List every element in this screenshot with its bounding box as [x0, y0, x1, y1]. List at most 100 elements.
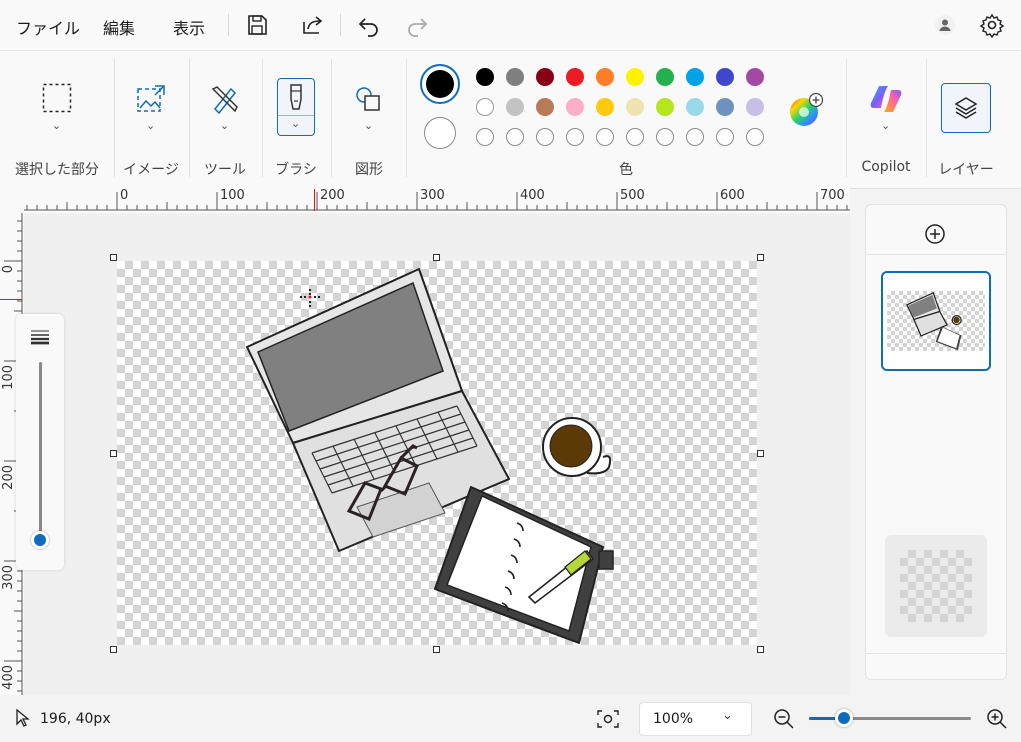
- zoom-slider-track[interactable]: [809, 717, 971, 720]
- brush-button[interactable]: ⌄: [277, 78, 315, 136]
- custom-color-slot[interactable]: [746, 128, 764, 146]
- layer-preview-art: [906, 291, 962, 351]
- primary-color-button[interactable]: [420, 64, 460, 104]
- palette-color-swatch[interactable]: [686, 98, 704, 116]
- layers-button[interactable]: [941, 83, 991, 133]
- palette-color-swatch[interactable]: [506, 68, 524, 86]
- palette-color-swatch[interactable]: [566, 98, 584, 116]
- undo-icon[interactable]: [356, 12, 382, 38]
- size-slider-track[interactable]: [39, 362, 42, 540]
- crosshair-cursor-icon: [300, 289, 320, 307]
- primary-color-swatch: [426, 70, 454, 98]
- tools-icon[interactable]: [209, 83, 241, 115]
- layer-thumbnail-1[interactable]: [881, 271, 991, 371]
- custom-color-slot[interactable]: [476, 128, 494, 146]
- menu-separator: [228, 14, 229, 36]
- account-icon[interactable]: [934, 14, 956, 36]
- custom-color-slot[interactable]: [566, 128, 584, 146]
- redo-icon[interactable]: [404, 12, 430, 38]
- ribbon-separator: [406, 59, 407, 177]
- chevron-down-icon[interactable]: ⌄: [52, 119, 61, 132]
- palette-color-swatch[interactable]: [536, 98, 554, 116]
- gear-icon[interactable]: [979, 12, 1005, 38]
- zoom-select[interactable]: 100% ⌄: [639, 702, 752, 736]
- custom-color-slot[interactable]: [506, 128, 524, 146]
- palette-color-swatch[interactable]: [476, 98, 494, 116]
- brush-divider: [278, 115, 314, 116]
- ruler-label: 400: [1, 665, 16, 690]
- ruler-label: 700: [820, 188, 845, 203]
- resize-handle[interactable]: [433, 254, 440, 261]
- save-icon[interactable]: [244, 12, 270, 38]
- shapes-icon[interactable]: [354, 85, 384, 115]
- stroke-size-icon: [31, 330, 49, 345]
- palette-color-swatch[interactable]: [596, 98, 614, 116]
- chevron-down-icon[interactable]: ⌄: [220, 119, 229, 132]
- ruler-label: 300: [420, 188, 445, 203]
- copilot-icon[interactable]: [869, 83, 903, 115]
- fit-to-window-icon[interactable]: [597, 709, 619, 729]
- palette-color-swatch[interactable]: [746, 68, 764, 86]
- zoom-in-icon[interactable]: [986, 708, 1008, 730]
- selection-rect-icon[interactable]: [42, 83, 72, 113]
- resize-handle[interactable]: [110, 646, 117, 653]
- add-layer-icon[interactable]: [924, 223, 946, 245]
- palette-color-swatch[interactable]: [686, 68, 704, 86]
- ruler-label: 600: [720, 188, 745, 203]
- resize-handle[interactable]: [757, 646, 764, 653]
- size-slider-thumb[interactable]: [31, 531, 49, 549]
- zoom-slider-thumb[interactable]: [835, 709, 854, 727]
- chevron-down-icon[interactable]: ⌄: [881, 119, 890, 132]
- resize-handle[interactable]: [757, 254, 764, 261]
- secondary-color-swatch[interactable]: [424, 117, 456, 149]
- group-label-layers: レイヤー: [938, 162, 994, 178]
- zoom-out-icon[interactable]: [773, 708, 795, 730]
- custom-color-slot[interactable]: [716, 128, 734, 146]
- layer-thumbnail-background[interactable]: [885, 535, 987, 637]
- ruler-cursor-marker: [314, 189, 315, 211]
- ruler-label: 300: [1, 565, 16, 590]
- ribbon-separator: [114, 59, 115, 177]
- edit-colors-icon[interactable]: [788, 92, 824, 128]
- ribbon: ⌄ 選択した部分 ⌄ イメージ ⌄ ツール ⌄ ブラシ ⌄ 図形 色 ⌄ Cop…: [0, 50, 1021, 189]
- palette-color-swatch[interactable]: [626, 68, 644, 86]
- resize-handle[interactable]: [110, 254, 117, 261]
- image-icon[interactable]: [135, 83, 167, 115]
- notebook-illustration: [434, 486, 614, 644]
- resize-handle[interactable]: [433, 646, 440, 653]
- palette-color-swatch[interactable]: [656, 68, 674, 86]
- palette-color-swatch[interactable]: [716, 98, 734, 116]
- share-icon[interactable]: [300, 12, 326, 38]
- palette-color-swatch[interactable]: [566, 68, 584, 86]
- custom-color-slot[interactable]: [626, 128, 644, 146]
- zoom-value: 100%: [653, 711, 694, 727]
- chevron-down-icon[interactable]: ⌄: [291, 117, 300, 130]
- chevron-down-icon[interactable]: ⌄: [146, 119, 155, 132]
- palette-color-swatch[interactable]: [476, 68, 494, 86]
- canvas[interactable]: [117, 261, 757, 645]
- resize-handle[interactable]: [110, 450, 117, 457]
- layers-panel-divider: [866, 653, 1006, 654]
- status-bar: 196, 40px 100% ⌄: [0, 695, 1021, 742]
- palette-color-swatch[interactable]: [536, 68, 554, 86]
- ruler-label: 100: [1, 365, 16, 390]
- palette-color-swatch[interactable]: [626, 98, 644, 116]
- custom-color-slot[interactable]: [656, 128, 674, 146]
- background-layer-preview: [900, 550, 972, 622]
- resize-handle[interactable]: [757, 450, 764, 457]
- ruler-label: 200: [1, 465, 16, 490]
- palette-color-swatch[interactable]: [596, 68, 614, 86]
- custom-color-slot[interactable]: [686, 128, 704, 146]
- menu-file[interactable]: ファイル: [16, 15, 80, 39]
- menu-edit[interactable]: 編集: [103, 15, 135, 39]
- group-label-colors: 色: [619, 162, 633, 178]
- palette-color-swatch[interactable]: [746, 98, 764, 116]
- custom-color-slot[interactable]: [596, 128, 614, 146]
- palette-color-swatch[interactable]: [716, 68, 734, 86]
- chevron-down-icon[interactable]: ⌄: [364, 119, 373, 132]
- custom-color-slot[interactable]: [536, 128, 554, 146]
- palette-color-swatch[interactable]: [656, 98, 674, 116]
- menu-view[interactable]: 表示: [173, 15, 205, 39]
- ribbon-separator: [926, 59, 927, 177]
- palette-color-swatch[interactable]: [506, 98, 524, 116]
